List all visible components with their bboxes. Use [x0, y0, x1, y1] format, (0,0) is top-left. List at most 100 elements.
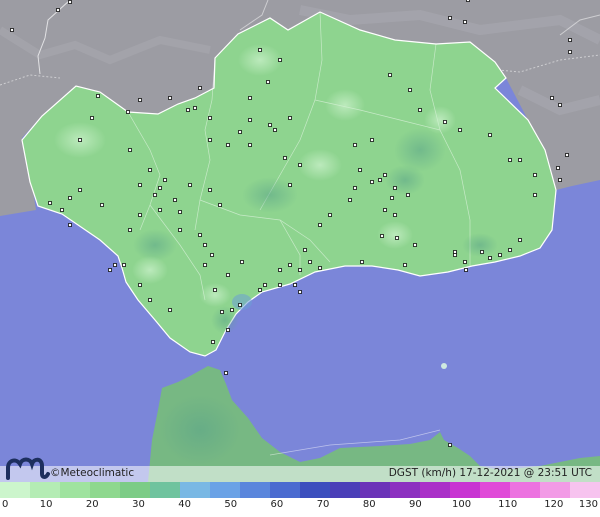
station-marker[interactable]	[68, 0, 72, 4]
station-marker[interactable]	[138, 98, 142, 102]
station-marker[interactable]	[418, 108, 422, 112]
station-marker[interactable]	[193, 106, 197, 110]
station-marker[interactable]	[238, 130, 242, 134]
station-marker[interactable]	[168, 96, 172, 100]
station-marker[interactable]	[278, 283, 282, 287]
station-marker[interactable]	[353, 143, 357, 147]
station-marker[interactable]	[353, 186, 357, 190]
station-marker[interactable]	[158, 208, 162, 212]
station-marker[interactable]	[208, 116, 212, 120]
station-marker[interactable]	[328, 213, 332, 217]
station-marker[interactable]	[383, 173, 387, 177]
station-marker[interactable]	[464, 268, 468, 272]
station-marker[interactable]	[240, 260, 244, 264]
station-marker[interactable]	[293, 283, 297, 287]
station-marker[interactable]	[138, 283, 142, 287]
station-marker[interactable]	[230, 308, 234, 312]
station-marker[interactable]	[220, 310, 224, 314]
station-marker[interactable]	[68, 223, 72, 227]
station-marker[interactable]	[113, 263, 117, 267]
station-marker[interactable]	[78, 188, 82, 192]
station-marker[interactable]	[90, 116, 94, 120]
station-marker[interactable]	[488, 256, 492, 260]
station-marker[interactable]	[258, 288, 262, 292]
station-marker[interactable]	[213, 288, 217, 292]
map-area[interactable]	[0, 0, 600, 482]
station-marker[interactable]	[393, 213, 397, 217]
station-marker[interactable]	[283, 156, 287, 160]
station-marker[interactable]	[378, 178, 382, 182]
station-marker[interactable]	[466, 0, 470, 2]
station-marker[interactable]	[288, 183, 292, 187]
station-marker[interactable]	[533, 193, 537, 197]
station-marker[interactable]	[278, 268, 282, 272]
station-marker[interactable]	[568, 50, 572, 54]
station-marker[interactable]	[463, 20, 467, 24]
station-marker[interactable]	[238, 303, 242, 307]
station-marker[interactable]	[128, 228, 132, 232]
station-marker[interactable]	[208, 188, 212, 192]
station-marker[interactable]	[198, 233, 202, 237]
station-marker[interactable]	[163, 178, 167, 182]
station-marker[interactable]	[226, 328, 230, 332]
station-marker[interactable]	[258, 48, 262, 52]
station-marker[interactable]	[498, 253, 502, 257]
station-marker[interactable]	[565, 153, 569, 157]
station-marker[interactable]	[370, 138, 374, 142]
station-marker[interactable]	[108, 268, 112, 272]
station-marker[interactable]	[298, 163, 302, 167]
station-marker[interactable]	[148, 298, 152, 302]
station-marker[interactable]	[158, 186, 162, 190]
station-marker[interactable]	[448, 443, 452, 447]
station-marker[interactable]	[263, 283, 267, 287]
station-marker[interactable]	[203, 263, 207, 267]
station-marker[interactable]	[558, 178, 562, 182]
station-marker[interactable]	[558, 103, 562, 107]
station-marker[interactable]	[360, 260, 364, 264]
station-marker[interactable]	[408, 88, 412, 92]
station-marker[interactable]	[226, 273, 230, 277]
station-marker[interactable]	[148, 168, 152, 172]
station-marker[interactable]	[211, 340, 215, 344]
station-marker[interactable]	[488, 133, 492, 137]
station-marker[interactable]	[60, 208, 64, 212]
station-marker[interactable]	[10, 28, 14, 32]
station-marker[interactable]	[395, 236, 399, 240]
station-marker[interactable]	[453, 253, 457, 257]
station-marker[interactable]	[390, 196, 394, 200]
station-marker[interactable]	[303, 248, 307, 252]
station-marker[interactable]	[508, 248, 512, 252]
station-marker[interactable]	[96, 94, 100, 98]
station-marker[interactable]	[443, 120, 447, 124]
station-marker[interactable]	[448, 16, 452, 20]
station-marker[interactable]	[383, 208, 387, 212]
station-marker[interactable]	[298, 290, 302, 294]
station-marker[interactable]	[248, 118, 252, 122]
station-marker[interactable]	[48, 201, 52, 205]
station-marker[interactable]	[370, 180, 374, 184]
station-marker[interactable]	[68, 196, 72, 200]
station-marker[interactable]	[138, 213, 142, 217]
station-marker[interactable]	[122, 263, 126, 267]
station-marker[interactable]	[56, 8, 60, 12]
station-marker[interactable]	[153, 193, 157, 197]
station-marker[interactable]	[318, 266, 322, 270]
station-marker[interactable]	[278, 58, 282, 62]
station-marker[interactable]	[248, 143, 252, 147]
station-marker[interactable]	[268, 123, 272, 127]
station-marker[interactable]	[318, 223, 322, 227]
station-marker[interactable]	[358, 168, 362, 172]
station-marker[interactable]	[173, 198, 177, 202]
station-marker[interactable]	[126, 110, 130, 114]
station-marker[interactable]	[298, 268, 302, 272]
station-marker[interactable]	[288, 263, 292, 267]
station-marker[interactable]	[556, 166, 560, 170]
station-marker[interactable]	[188, 183, 192, 187]
station-marker[interactable]	[308, 260, 312, 264]
station-marker[interactable]	[463, 260, 467, 264]
station-marker[interactable]	[210, 253, 214, 257]
station-marker[interactable]	[224, 371, 228, 375]
station-marker[interactable]	[480, 250, 484, 254]
station-marker[interactable]	[508, 158, 512, 162]
station-marker[interactable]	[248, 96, 252, 100]
